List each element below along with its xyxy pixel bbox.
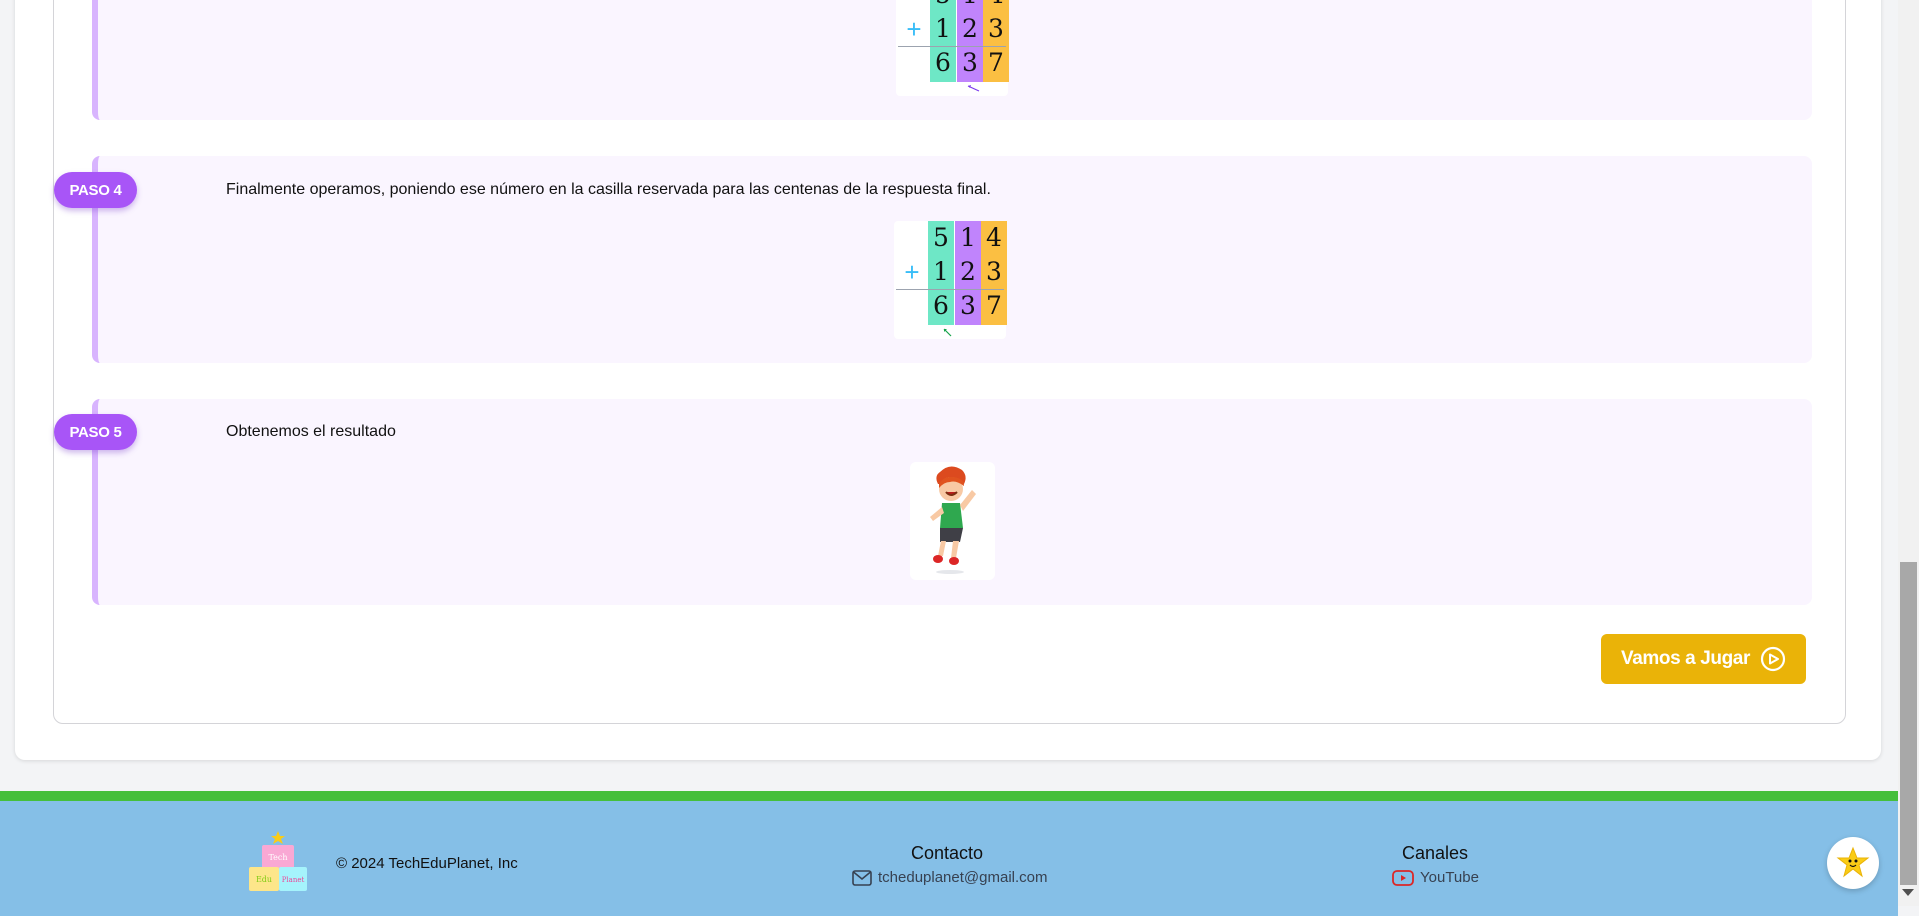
- digit: 2: [960, 257, 976, 286]
- page-scrollbar[interactable]: [1898, 0, 1919, 906]
- plus-sign: +: [906, 14, 922, 44]
- digit: 1: [933, 257, 949, 286]
- hundreds-column: 5 1 6: [930, 0, 956, 82]
- hundreds-column: 5 1 6: [928, 221, 954, 325]
- svg-text:Planet: Planet: [282, 876, 305, 884]
- carry-arrow-icon: [967, 85, 980, 92]
- digit: 7: [988, 48, 1004, 77]
- tens-column: 1 2 3: [955, 221, 981, 325]
- digit: 4: [983, 0, 1009, 12]
- step-5-text: Obtenemos el resultado: [226, 423, 396, 440]
- sum-line: [896, 289, 1004, 290]
- youtube-text: YouTube: [1420, 869, 1479, 886]
- step-4-badge: PASO 4: [54, 172, 137, 208]
- email-link[interactable]: tcheduplanet@gmail.com: [852, 869, 1047, 886]
- units-column: 4 3 7: [981, 221, 1007, 325]
- floating-star-button[interactable]: [1827, 837, 1879, 889]
- play-circle-icon: [1760, 646, 1786, 672]
- step-4-addition-image: + 5 1 6 1 2 3 4 3 7: [894, 221, 1007, 339]
- digit: 1: [957, 0, 983, 12]
- digit: 3: [986, 257, 1002, 286]
- carry-arrow-icon: [943, 328, 952, 337]
- youtube-link[interactable]: YouTube: [1392, 869, 1479, 886]
- sum-line: [898, 46, 1006, 47]
- digit: 7: [986, 291, 1002, 320]
- digit: 1: [935, 14, 951, 43]
- techeduplanet-logo: Tech Edu Planet: [249, 831, 307, 891]
- channels-title: Canales: [1402, 843, 1469, 863]
- digit: 5: [930, 0, 956, 12]
- youtube-icon: [1392, 869, 1414, 886]
- jumping-boy-icon: [930, 466, 976, 574]
- digit: 3: [962, 48, 978, 77]
- copyright-text: © 2024 TechEduPlanet, Inc: [336, 855, 518, 872]
- tens-column: 1 2 3: [957, 0, 983, 82]
- contact-title: Contacto: [911, 843, 984, 863]
- plus-sign: +: [904, 257, 920, 287]
- footer: Tech Edu Planet © 2024 TechEduPlanet, In…: [0, 791, 1898, 916]
- digit: 6: [935, 48, 951, 77]
- step-4-text: Finalmente operamos, poniendo ese número…: [226, 181, 991, 198]
- scrollbar-thumb[interactable]: [1900, 562, 1917, 885]
- units-column: 4 3 7: [983, 0, 1009, 82]
- digit: 3: [988, 14, 1004, 43]
- mail-icon: [852, 869, 872, 886]
- star-mascot-icon: [1836, 846, 1870, 878]
- svg-text:Tech: Tech: [268, 853, 287, 862]
- digit: 2: [962, 14, 978, 43]
- digit: 5: [933, 223, 949, 252]
- scroll-down-icon[interactable]: [1902, 889, 1914, 896]
- email-text: tcheduplanet@gmail.com: [878, 869, 1048, 886]
- step-3-addition-image: + 5 1 6 1 2 3 4 3 7: [896, 0, 1009, 96]
- vamos-a-jugar-label: Vamos a Jugar: [1621, 648, 1750, 669]
- vamos-a-jugar-button[interactable]: Vamos a Jugar: [1601, 634, 1806, 684]
- digit: 6: [933, 291, 949, 320]
- digit: 1: [960, 223, 976, 252]
- happy-kid-illustration: [910, 462, 995, 580]
- svg-text:Edu: Edu: [256, 875, 272, 884]
- step-5-badge: PASO 5: [54, 414, 137, 450]
- digit: 4: [986, 223, 1002, 252]
- digit: 3: [960, 291, 976, 320]
